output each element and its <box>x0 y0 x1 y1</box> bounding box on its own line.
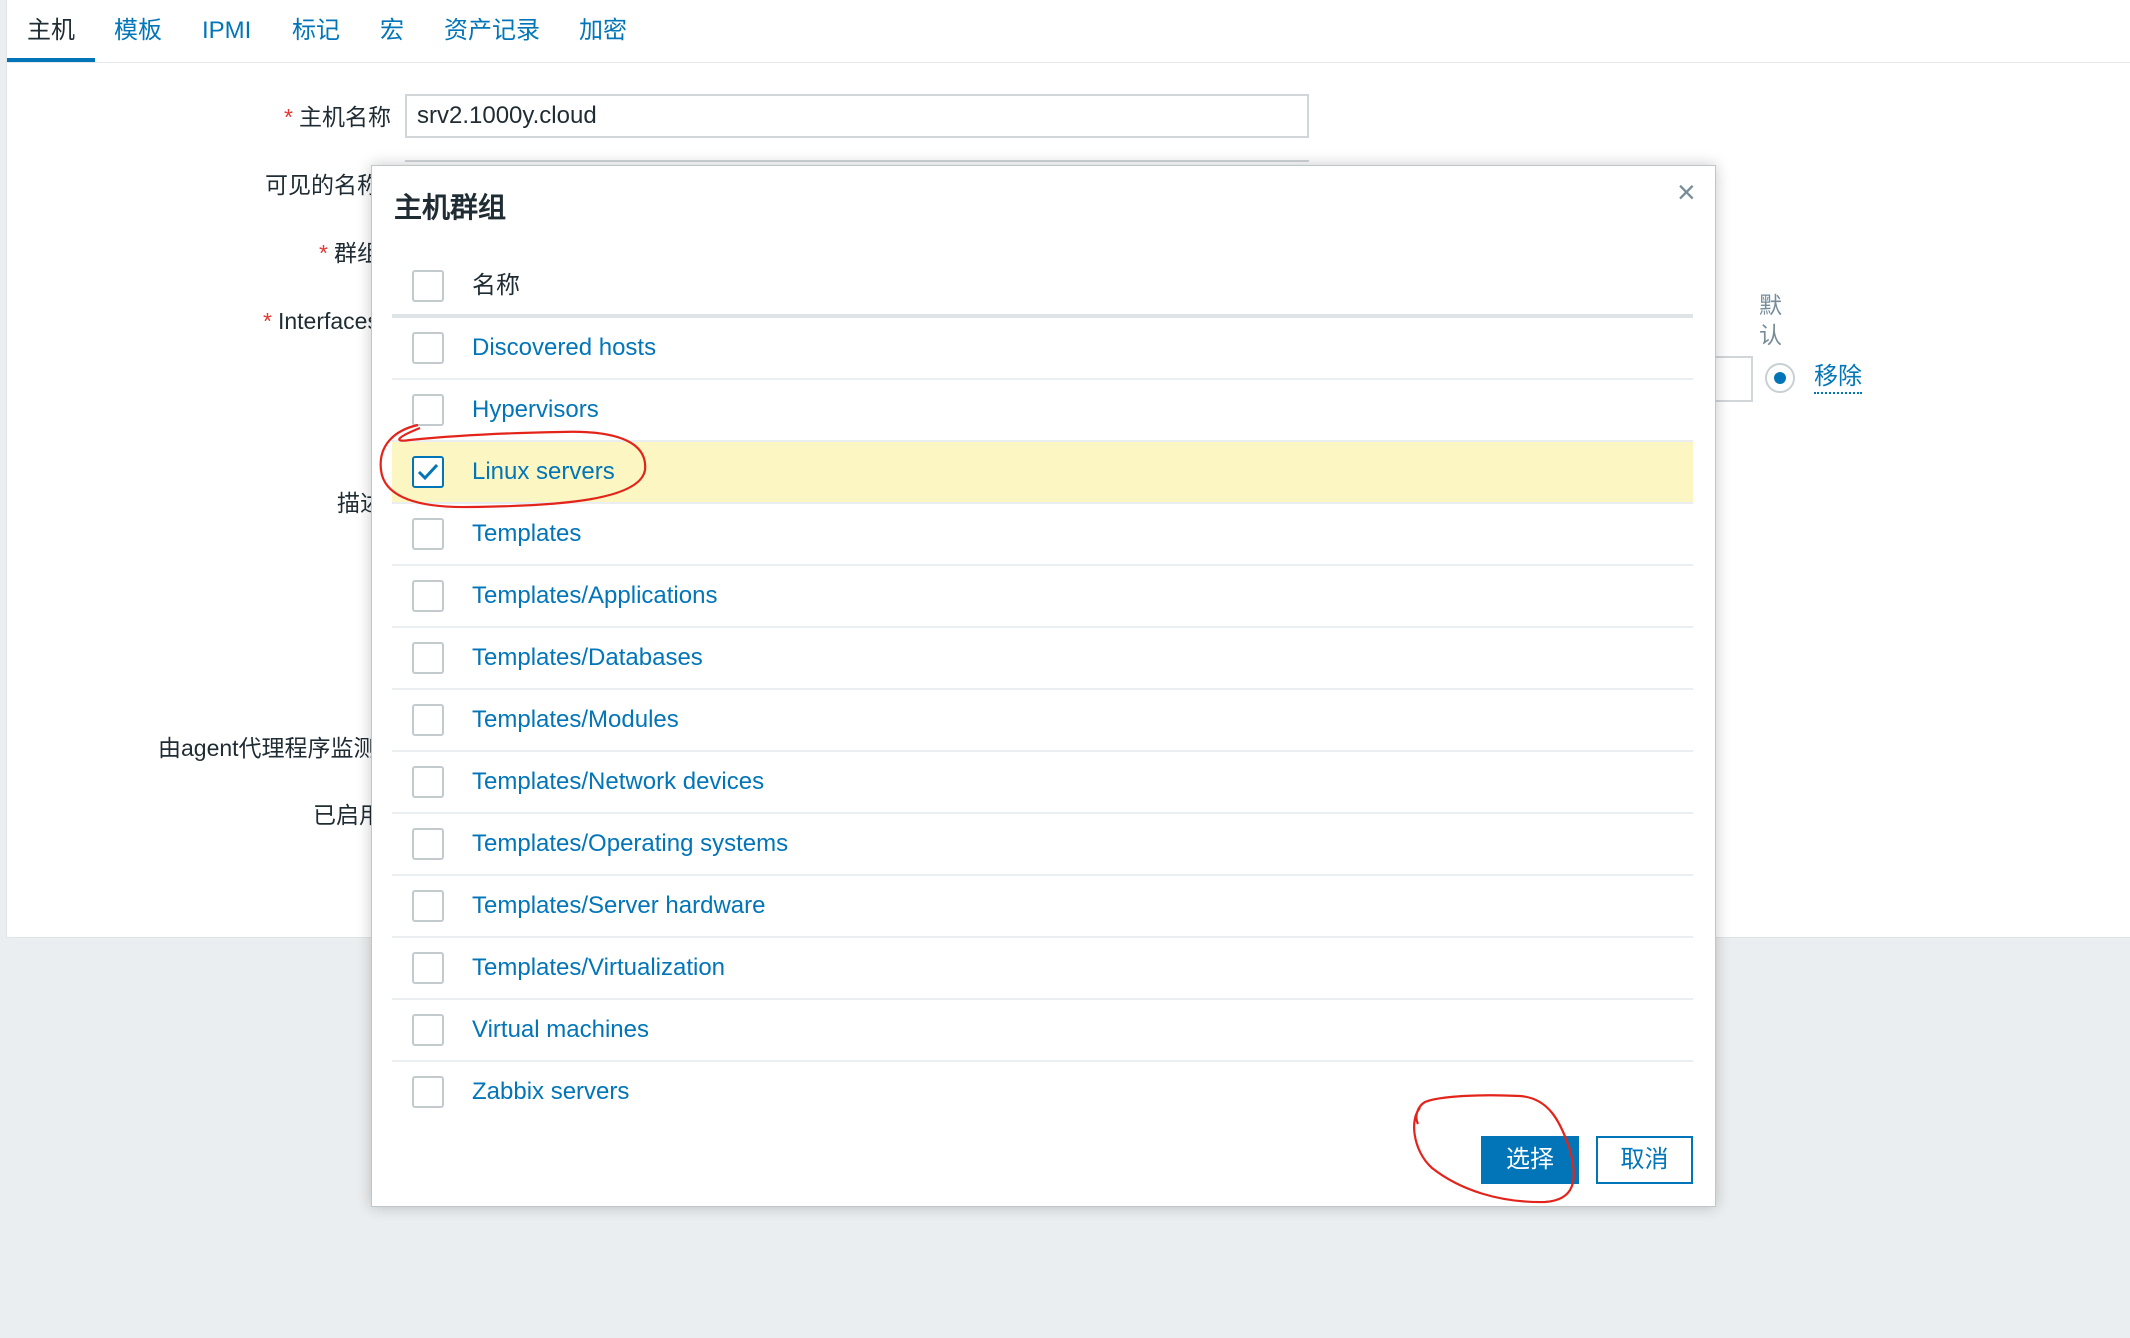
interfaces-label: * Interfaces <box>263 308 379 334</box>
table-row[interactable]: Virtual machines <box>392 1000 1693 1062</box>
host-group-name[interactable]: Templates/Network devices <box>472 767 764 797</box>
table-row[interactable]: Templates/Network devices <box>392 752 1693 814</box>
tab-ipmi[interactable]: IPMI <box>202 14 251 48</box>
table-header: 名称 <box>392 256 1693 318</box>
remove-interface-link[interactable]: 移除 <box>1814 362 1862 394</box>
host-group-name[interactable]: Discovered hosts <box>472 333 656 363</box>
row-checkbox[interactable] <box>412 890 444 922</box>
row-checkbox[interactable] <box>412 456 444 488</box>
table-row[interactable]: Zabbix servers <box>392 1062 1693 1124</box>
proxy-label: 由agent代理程序监测 <box>158 735 377 761</box>
visible-name-label: 可见的名称 <box>265 172 380 198</box>
tab-inventory[interactable]: 资产记录 <box>444 14 540 48</box>
host-name-input[interactable]: srv2.1000y.cloud <box>405 94 1309 138</box>
row-checkbox[interactable] <box>412 704 444 736</box>
cancel-button[interactable]: 取消 <box>1596 1136 1693 1184</box>
select-button[interactable]: 选择 <box>1481 1136 1579 1184</box>
host-group-name[interactable]: Templates <box>472 519 581 549</box>
host-group-name[interactable]: Linux servers <box>472 457 615 487</box>
table-row[interactable]: Templates/Server hardware <box>392 876 1693 938</box>
host-group-name[interactable]: Templates/Server hardware <box>472 891 765 921</box>
row-checkbox[interactable] <box>412 580 444 612</box>
host-group-name[interactable]: Templates/Operating systems <box>472 829 788 859</box>
interface-port-field[interactable] <box>1713 356 1753 402</box>
tab-macros[interactable]: 宏 <box>380 14 404 48</box>
row-checkbox[interactable] <box>412 766 444 798</box>
default-column-header: 默认 <box>1759 292 1782 348</box>
tab-templates[interactable]: 模板 <box>114 14 162 48</box>
row-checkbox[interactable] <box>412 952 444 984</box>
row-checkbox[interactable] <box>412 332 444 364</box>
table-row[interactable]: Linux servers <box>392 442 1693 504</box>
row-checkbox[interactable] <box>412 828 444 860</box>
row-checkbox[interactable] <box>412 394 444 426</box>
host-group-name[interactable]: Zabbix servers <box>472 1077 629 1107</box>
row-checkbox[interactable] <box>412 518 444 550</box>
host-name-label: * 主机名称 <box>284 104 391 130</box>
host-group-name[interactable]: Templates/Modules <box>472 705 679 735</box>
row-checkbox[interactable] <box>412 1076 444 1108</box>
host-group-name[interactable]: Templates/Databases <box>472 643 703 673</box>
host-group-name[interactable]: Hypervisors <box>472 395 599 425</box>
table-row[interactable]: Templates <box>392 504 1693 566</box>
modal-title: 主机群组 <box>394 192 507 223</box>
tab-bar: 主机 模板 IPMI 标记 宏 资产记录 加密 <box>7 0 2130 63</box>
host-groups-table: 名称 Discovered hosts Hypervisors Linux serv… <box>392 256 1693 1124</box>
tab-host[interactable]: 主机 <box>27 14 75 48</box>
table-row[interactable]: Templates/Databases <box>392 628 1693 690</box>
host-group-name[interactable]: Virtual machines <box>472 1015 649 1045</box>
table-row[interactable]: Templates/Modules <box>392 690 1693 752</box>
close-icon[interactable]: × <box>1677 174 1696 210</box>
checkmark-icon <box>417 463 439 481</box>
select-all-checkbox[interactable] <box>412 270 444 302</box>
host-group-name[interactable]: Templates/Applications <box>472 581 717 611</box>
host-group-name[interactable]: Templates/Virtualization <box>472 953 725 983</box>
row-checkbox[interactable] <box>412 642 444 674</box>
tab-tags[interactable]: 标记 <box>292 14 340 48</box>
default-interface-radio[interactable] <box>1765 363 1795 393</box>
table-row[interactable]: Templates/Operating systems <box>392 814 1693 876</box>
tab-encryption[interactable]: 加密 <box>579 14 627 48</box>
table-row[interactable]: Templates/Virtualization <box>392 938 1693 1000</box>
active-tab-indicator <box>7 58 95 62</box>
table-row[interactable]: Templates/Applications <box>392 566 1693 628</box>
table-row[interactable]: Discovered hosts <box>392 318 1693 380</box>
row-checkbox[interactable] <box>412 1014 444 1046</box>
column-name-header: 名称 <box>472 272 520 299</box>
table-row[interactable]: Hypervisors <box>392 380 1693 442</box>
host-groups-modal: 主机群组 × 名称 Discovered hosts Hypervisors Lin… <box>371 165 1716 1207</box>
